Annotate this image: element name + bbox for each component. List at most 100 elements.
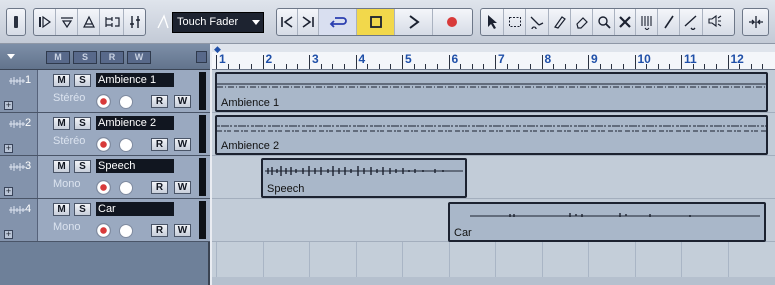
ruler-bar-label: 12: [730, 52, 744, 66]
panel-icon[interactable]: [7, 9, 25, 35]
track-row[interactable]: 4 + M S Car Mono R W: [0, 199, 210, 242]
go-end-icon[interactable]: [298, 9, 319, 35]
track-name[interactable]: Ambience 1: [96, 73, 174, 87]
arrow-tool-icon[interactable]: [481, 9, 504, 35]
audio-event[interactable]: Ambience 2: [215, 115, 768, 155]
read-button[interactable]: R: [151, 95, 168, 108]
mute-button[interactable]: M: [53, 160, 70, 173]
zoom-tool-icon[interactable]: [593, 9, 615, 35]
ruler-bar-label: 9: [591, 52, 598, 66]
cycle-icon[interactable]: [319, 9, 357, 35]
play-icon[interactable]: [395, 9, 433, 35]
automation-icon[interactable]: [124, 9, 145, 35]
monitor-icon[interactable]: [119, 138, 133, 152]
ruler-bar-label: 4: [358, 52, 366, 66]
ruler-bar-label: 5: [405, 52, 412, 66]
ruler-beat-tick: [704, 64, 706, 69]
ruler-bar-label: 1: [219, 52, 226, 66]
expand-icon[interactable]: +: [4, 101, 13, 110]
split-tool-icon[interactable]: [526, 9, 549, 35]
fader-mode-select[interactable]: Touch Fader: [172, 12, 264, 33]
ruler-beat-tick: [320, 64, 322, 69]
draw-tool-icon[interactable]: [658, 9, 680, 35]
horizontal-scrollbar[interactable]: [212, 277, 775, 285]
ruler-beat-tick: [657, 64, 659, 69]
write-button[interactable]: W: [174, 224, 191, 237]
collapse-triangle-icon[interactable]: [7, 54, 15, 59]
ruler-bar-tick: [681, 55, 682, 69]
record-enable-icon[interactable]: [96, 223, 111, 238]
ruler-locator-strip[interactable]: [212, 44, 775, 52]
time-warp-icon[interactable]: [636, 9, 658, 35]
go-start-icon[interactable]: [277, 9, 298, 35]
read-button[interactable]: R: [151, 181, 168, 194]
ruler[interactable]: ◆ 1 2 3 4 5 6 7 8 9 10 11 12: [212, 44, 775, 70]
channel-config: Stéréo: [53, 92, 86, 104]
glue-tool-icon[interactable]: [549, 9, 571, 35]
expand-icon[interactable]: +: [4, 230, 13, 239]
waveform: [265, 166, 463, 176]
line-tool-icon[interactable]: [680, 9, 703, 35]
monitor-icon[interactable]: [119, 224, 133, 238]
mute-button[interactable]: M: [53, 74, 70, 87]
read-button[interactable]: R: [151, 138, 168, 151]
range-tool-icon[interactable]: [504, 9, 526, 35]
write-button[interactable]: W: [174, 138, 191, 151]
audio-event[interactable]: Speech: [261, 158, 467, 198]
pool-icon[interactable]: [78, 9, 100, 35]
record-enable-icon[interactable]: [96, 137, 111, 152]
header-settings-icon[interactable]: [196, 51, 207, 63]
header-solo-all-button[interactable]: S: [73, 51, 97, 64]
ruler-bar-tick: [309, 55, 310, 69]
tracks-icon[interactable]: [100, 9, 124, 35]
header-write-all-button[interactable]: W: [127, 51, 151, 64]
track-name[interactable]: Car: [96, 202, 174, 216]
audio-event[interactable]: Car: [448, 202, 766, 242]
track-name[interactable]: Speech: [96, 159, 174, 173]
mute-button[interactable]: M: [53, 117, 70, 130]
edit-tools-icon[interactable]: [34, 9, 56, 35]
ruler-bar-label: 11: [684, 52, 697, 66]
ruler-beat-tick: [285, 64, 287, 69]
monitor-icon[interactable]: [119, 181, 133, 195]
track-number: 2: [25, 117, 32, 129]
write-button[interactable]: W: [174, 95, 191, 108]
solo-button[interactable]: S: [74, 203, 91, 216]
record-icon[interactable]: [433, 9, 470, 35]
write-button[interactable]: W: [174, 181, 191, 194]
mute-button[interactable]: M: [53, 203, 70, 216]
mixer-icon[interactable]: [56, 9, 78, 35]
record-enable-icon[interactable]: [96, 180, 111, 195]
ruler-beat-tick: [460, 64, 462, 69]
ruler-bar-tick: [402, 55, 403, 69]
read-button[interactable]: R: [151, 224, 168, 237]
solo-button[interactable]: S: [74, 160, 91, 173]
mute-tool-icon[interactable]: [615, 9, 636, 35]
event-name: Ambience 2: [221, 140, 280, 152]
speaker-icon[interactable]: [703, 9, 726, 35]
arrangement-area[interactable]: ◆ 1 2 3 4 5 6 7 8 9 10 11 12 Ambience 1 Ambience 2 …: [212, 44, 775, 285]
solo-button[interactable]: S: [74, 117, 91, 130]
track-row[interactable]: 2 + M S Ambience 2 Stéréo R W: [0, 113, 210, 156]
erase-tool-icon[interactable]: [571, 9, 593, 35]
header-read-all-button[interactable]: R: [100, 51, 124, 64]
record-enable-icon[interactable]: [96, 94, 111, 109]
ruler-bar-tick: [727, 55, 729, 69]
snap-icon[interactable]: [743, 9, 768, 35]
header-mute-all-button[interactable]: M: [46, 51, 70, 64]
ruler-beat-tick: [518, 64, 520, 69]
solo-button[interactable]: S: [74, 74, 91, 87]
track-row[interactable]: 3 + M S Speech Mono R W: [0, 156, 210, 199]
stop-icon[interactable]: [357, 9, 395, 35]
audio-event[interactable]: Ambience 1: [215, 72, 768, 112]
event-name: Speech: [267, 183, 305, 195]
expand-icon[interactable]: +: [4, 144, 13, 153]
track-name[interactable]: Ambience 2: [96, 116, 174, 130]
ruler-bar-tick: [588, 55, 589, 69]
audio-track-icon: [9, 206, 25, 214]
monitor-icon[interactable]: [119, 95, 133, 109]
track-row[interactable]: 1 + M S Ambience 1 Stéréo R W: [0, 70, 210, 113]
ruler-beat-tick: [239, 64, 241, 69]
expand-icon[interactable]: +: [4, 187, 13, 196]
track-number: 4: [25, 203, 32, 215]
